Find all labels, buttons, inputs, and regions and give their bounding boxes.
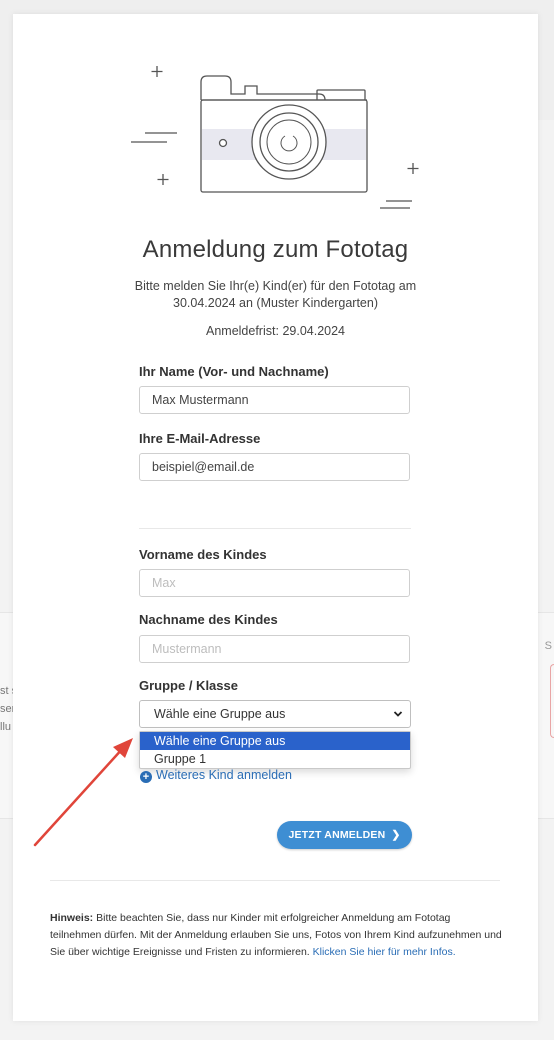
- page-title: Anmeldung zum Fototag: [142, 236, 409, 263]
- submit-label: JETZT ANMELDEN: [288, 829, 386, 841]
- name-field[interactable]: [139, 386, 410, 414]
- email-field[interactable]: [139, 453, 410, 481]
- add-child-link[interactable]: + Weiteres Kind anmelden: [140, 768, 292, 783]
- group-select-value: Wähle eine Gruppe aus: [154, 707, 286, 721]
- plus-circle-icon: +: [140, 771, 152, 783]
- add-child-label: Weiteres Kind anmelden: [156, 768, 292, 782]
- group-option[interactable]: Wähle eine Gruppe aus: [140, 732, 410, 750]
- registration-modal: Anmeldung zum Fototag Bitte melden Sie I…: [13, 14, 538, 1021]
- name-label: Ihr Name (Vor- und Nachname): [139, 364, 329, 379]
- page-subtitle: Bitte melden Sie Ihr(e) Kind(er) für den…: [134, 279, 417, 310]
- background-right-card: [550, 664, 554, 738]
- hint-note: Hinweis: Bitte beachten Sie, dass nur Ki…: [50, 910, 502, 961]
- background-right-letter: S: [544, 640, 552, 652]
- deadline-label: Anmeldefrist:: [206, 324, 279, 338]
- chevron-right-icon: ❯: [391, 829, 401, 841]
- child-first-name-field[interactable]: [139, 569, 410, 597]
- child-first-name-label: Vorname des Kindes: [139, 547, 267, 562]
- deadline-value: 29.04.2024: [282, 324, 345, 338]
- group-dropdown: Wähle eine Gruppe aus Gruppe 1: [139, 731, 411, 769]
- child-last-name-label: Nachname des Kindes: [139, 612, 278, 627]
- camera-icon: [131, 66, 419, 209]
- email-label: Ihre E-Mail-Adresse: [139, 431, 261, 446]
- submit-button[interactable]: JETZT ANMELDEN ❯: [277, 821, 412, 849]
- more-info-link[interactable]: Klicken Sie hier für mehr Infos.: [313, 946, 456, 958]
- section-divider: [139, 528, 411, 529]
- group-label: Gruppe / Klasse: [139, 678, 238, 693]
- deadline: Anmeldefrist: 29.04.2024: [13, 324, 538, 338]
- group-option[interactable]: Gruppe 1: [140, 750, 410, 768]
- chevron-down-icon: [393, 711, 403, 717]
- hint-label: Hinweis:: [50, 912, 94, 924]
- group-select[interactable]: Wähle eine Gruppe aus: [139, 700, 411, 728]
- child-last-name-field[interactable]: [139, 635, 410, 663]
- footer-divider: [50, 880, 500, 881]
